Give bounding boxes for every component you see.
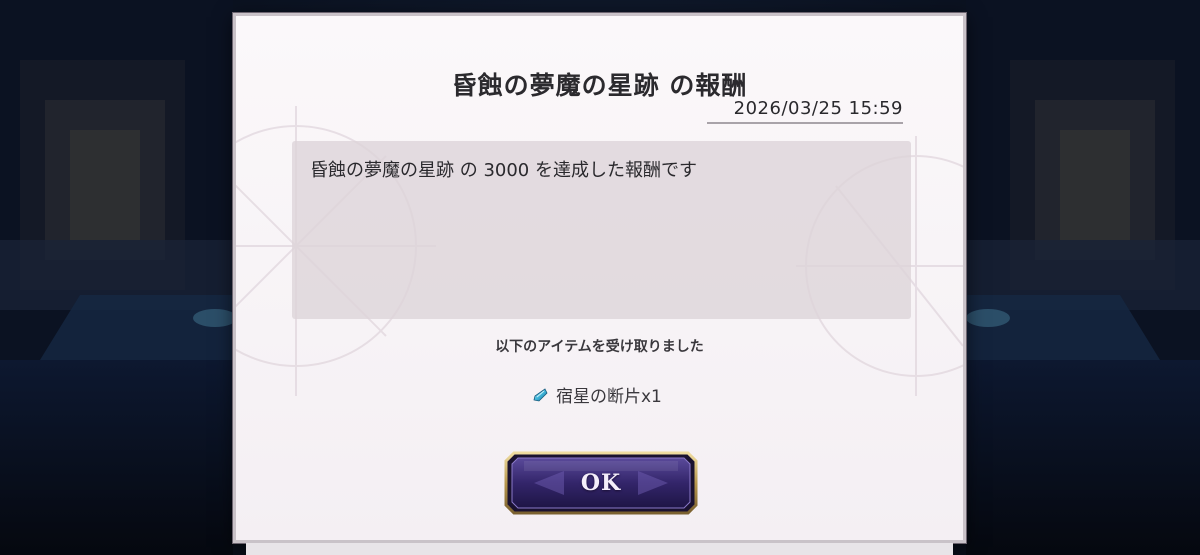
reward-datetime: 2026/03/25 15:59 xyxy=(707,98,903,124)
reward-dialog: 昏蝕の夢魔の星跡 の報酬 2026/03/25 15:59 昏蝕の夢魔の星跡 の… xyxy=(233,13,966,543)
next-panel-edge xyxy=(246,543,953,555)
message-text: 昏蝕の夢魔の星跡 の 3000 を達成した報酬です xyxy=(310,160,697,181)
ok-button[interactable]: OK xyxy=(504,451,698,515)
game-screen: 昏蝕の夢魔の星跡 の報酬 2026/03/25 15:59 昏蝕の夢魔の星跡 の… xyxy=(0,0,1200,555)
message-box: 昏蝕の夢魔の星跡 の 3000 を達成した報酬です xyxy=(292,141,911,319)
reward-item: 宿星の断片x1 xyxy=(532,382,662,407)
ok-button-label: OK xyxy=(580,470,622,496)
dialog-title: 昏蝕の夢魔の星跡 の報酬 xyxy=(451,71,748,100)
datetime-text: 2026/03/25 15:59 xyxy=(733,98,903,119)
item-name: 宿星の断片x1 xyxy=(556,387,662,407)
star-shard-icon xyxy=(533,387,548,401)
received-items-label: 以下のアイテムを受け取りました xyxy=(495,339,704,355)
